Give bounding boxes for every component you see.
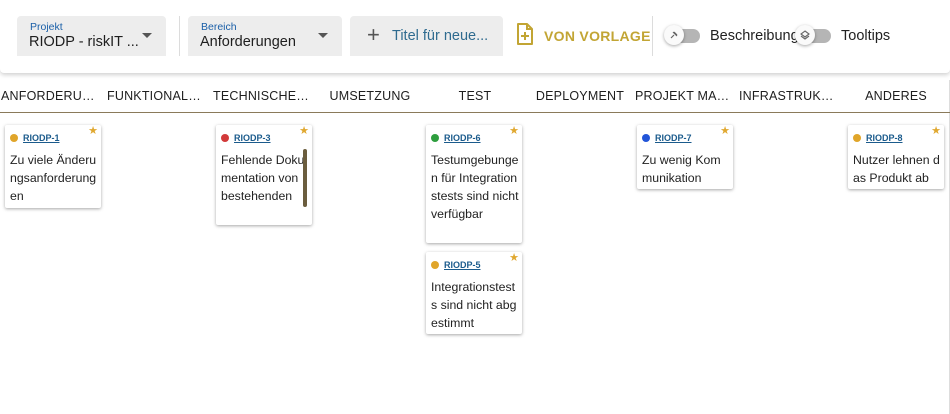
chevron-down-icon [318,33,328,38]
project-select[interactable]: Projekt RIODP - riskIT ... [17,16,166,56]
toggle-track[interactable] [664,25,700,45]
column-header[interactable]: TECHNISCHES PROBLEM [213,89,315,103]
status-dot [431,261,439,269]
column-header[interactable]: INFRASTRUKTUR [739,89,841,103]
card-header: RIODP-5 [431,259,481,271]
card-header: RIODP-1 [10,132,60,144]
star-icon[interactable]: ★ [299,126,309,137]
card-id-link[interactable]: RIODP-3 [234,133,271,143]
star-icon[interactable]: ★ [931,126,941,137]
card-id-link[interactable]: RIODP-5 [444,260,481,270]
status-dot [853,134,861,142]
column-header[interactable]: UMSETZUNG [319,89,421,103]
status-dot [221,134,229,142]
card-id-link[interactable]: RIODP-6 [444,133,481,143]
toggle-tooltips-label: Tooltips [841,28,891,44]
file-plus-icon [516,22,534,50]
toolbar: Projekt RIODP - riskIT ... Bereich Anfor… [0,0,950,73]
status-dot [431,134,439,142]
layers-icon [795,25,815,45]
column-header-row: ANFORDERUNGEN FUNKTIONALE ANFORDERUNGEN … [0,80,950,113]
card-text: Nutzer lehnen das Produkt ab [853,153,940,185]
column-header[interactable]: ANFORDERUNGEN [1,89,103,103]
card-text: Zu wenig Kommunikation [642,153,721,185]
star-icon[interactable]: ★ [88,126,98,137]
column-header[interactable]: TEST [424,89,526,103]
card-header: RIODP-7 [642,132,692,144]
kanban-card[interactable]: RIODP-7 ★ Zu wenig Kommunikation [637,125,733,189]
toggle-track[interactable] [795,25,831,45]
card-id-link[interactable]: RIODP-8 [866,133,903,143]
card-text: Fehlende Dokumentation von bestehenden [221,153,305,203]
card-text: Testumgebungen für Integrationstests sin… [431,153,519,221]
project-select-label: Projekt [30,21,63,33]
kanban-card[interactable]: RIODP-1 ★ Zu viele Änderungsanforderunge… [5,125,101,208]
pin-icon [664,25,684,45]
from-template-button[interactable]: VON VORLAGE [516,22,651,50]
kanban-board: ANFORDERUNGEN FUNKTIONALE ANFORDERUNGEN … [0,80,950,414]
star-icon[interactable]: ★ [720,126,730,137]
star-icon[interactable]: ★ [509,253,519,264]
card-scrollbar[interactable] [303,149,307,207]
toggle-description-label: Beschreibung [710,28,799,44]
card-header: RIODP-3 [221,132,271,144]
from-template-label: VON VORLAGE [544,28,651,44]
card-id-link[interactable]: RIODP-7 [655,133,692,143]
kanban-card[interactable]: RIODP-6 ★ Testumgebungen für Integration… [426,125,522,243]
plus-icon: + [367,22,380,47]
column-header[interactable]: PROJEKT MANAGEMENT [635,89,737,103]
project-select-value: RIODP - riskIT ... [29,34,139,50]
kanban-card[interactable]: RIODP-8 ★ Nutzer lehnen das Produkt ab [848,125,944,189]
status-dot [10,134,18,142]
column-header[interactable]: DEPLOYMENT [529,89,631,103]
chevron-down-icon [142,33,152,38]
star-icon[interactable]: ★ [509,126,519,137]
status-dot [642,134,650,142]
column-header[interactable]: FUNKTIONALE ANFORDERUNGEN [107,89,209,103]
area-select-value: Anforderungen [200,34,296,50]
card-text: Zu viele Änderungsanforderungen [10,153,97,203]
toggle-description[interactable]: Beschreibung [664,24,799,48]
area-select-label: Bereich [201,21,237,33]
card-header: RIODP-8 [853,132,903,144]
new-title-placeholder: Titel für neue... [392,28,489,44]
column-header[interactable]: ANDERES [845,89,947,103]
card-header: RIODP-6 [431,132,481,144]
toolbar-divider [179,16,180,56]
card-text: Integrationstests sind nicht abgestimmt [431,280,517,330]
toggle-tooltips[interactable]: Tooltips [795,24,891,48]
new-title-input[interactable]: + Titel für neue... [350,16,503,56]
kanban-app: Projekt RIODP - riskIT ... Bereich Anfor… [0,0,950,414]
toolbar-divider [652,16,653,56]
kanban-card[interactable]: RIODP-3 ★ Fehlende Dokumentation von bes… [216,125,312,225]
area-select[interactable]: Bereich Anforderungen [188,16,342,56]
kanban-card[interactable]: RIODP-5 ★ Integrationstests sind nicht a… [426,252,522,334]
card-id-link[interactable]: RIODP-1 [23,133,60,143]
